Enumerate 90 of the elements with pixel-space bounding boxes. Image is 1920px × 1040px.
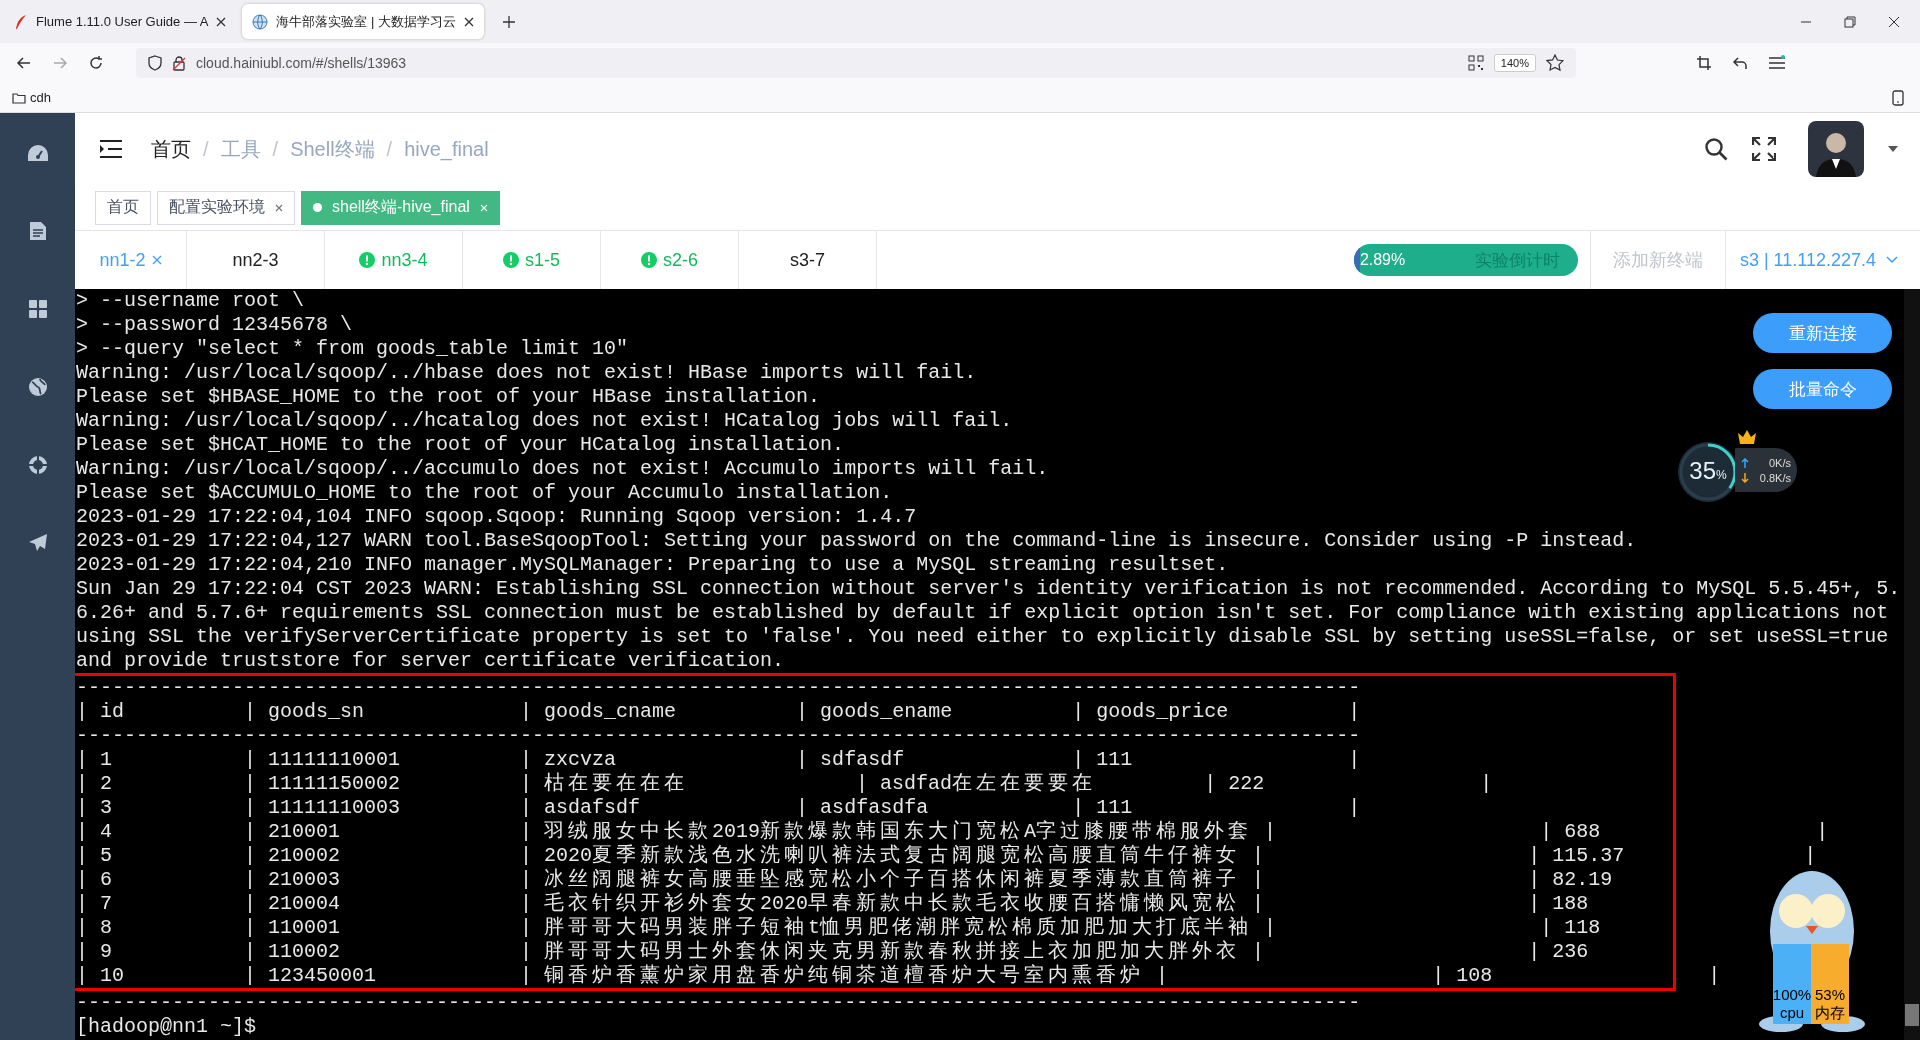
terminal-line: and provide truststore for server certificate verification. <box>76 649 785 673</box>
breadcrumb-separator: / <box>386 137 393 161</box>
terminal-line: | 2 | 11111150002 | 枯在要在在在 | asdfad在左在要要在 | 222 | <box>76 772 1493 796</box>
qr-code-icon[interactable] <box>1467 55 1484 71</box>
feather-icon <box>14 13 28 30</box>
browser-tab[interactable]: 海牛部落实验室 | 大数据学习云 <box>242 4 485 39</box>
terminal-line: | 6 | 210003 | 冰丝阔腿裤女高腰垂坠感宽松小个子百搭休闲裤夏季薄款直筒裤子 | | 82.19 <box>76 868 1613 892</box>
terminal-line: Sun Jan 29 17:22:04 CST 2023 WARN: Establishing SSL connection without server's identity verification is not recommended. According to MySQL 5.5.45+, 5. <box>76 577 1901 601</box>
usage-percent: 35% <box>1688 457 1728 485</box>
terminal-line: Please set $HCAT_HOME to the root of your HCatalog installation. <box>76 433 845 457</box>
breadcrumb-item: Shell终端 <box>290 136 375 162</box>
close-icon[interactable] <box>464 16 475 27</box>
bookmark-folder[interactable]: cdh <box>12 90 51 105</box>
terminal-line: | 1 | 11111110001 | zxcvza | sdfasdf | 111 | <box>76 748 1361 772</box>
terminal-line: ----------------------------------------------------------------------------------------------------------- <box>76 676 1361 700</box>
terminal-line: ----------------------------------------------------------------------------------------------------------- <box>76 724 1361 748</box>
restore-icon[interactable] <box>1844 15 1856 28</box>
grid-icon[interactable] <box>27 299 48 319</box>
download-speed: 0.8K/s <box>1759 471 1791 484</box>
terminal-line: 2023-01-29 17:22:04,104 INFO sqoop.Sqoop: Running Sqoop version: 1.4.7 <box>76 505 917 529</box>
crown-icon <box>1737 429 1757 445</box>
globe-icon[interactable] <box>27 377 48 397</box>
shield-icon <box>148 55 162 71</box>
alert-icon <box>641 252 657 268</box>
terminal[interactable] <box>75 289 1920 1040</box>
breadcrumb-separator: / <box>272 137 279 161</box>
lock-icon <box>172 55 186 71</box>
progress-percent: 2.89% <box>1359 251 1406 269</box>
menu-toggle-icon[interactable] <box>99 139 123 159</box>
page-tag[interactable]: 首页 <box>95 190 151 225</box>
dashboard-icon[interactable] <box>26 143 49 163</box>
terminal-line: | 9 | 110002 | 胖哥哥大码男士外套休闲夹克男新款春秋拼接上衣加肥加大胖外衣 | | 236 <box>76 940 1589 964</box>
undo-icon[interactable] <box>1732 55 1748 71</box>
terminal-line: > --password 12345678 \ <box>76 313 353 337</box>
network-widget[interactable]: 35% 0K/s 0.8K/s <box>1677 429 1801 501</box>
cpu-meter: 100% cpu <box>1773 944 1811 1024</box>
alert-icon <box>503 252 519 268</box>
active-dot <box>313 203 322 212</box>
avatar[interactable] <box>1808 121 1864 177</box>
crop-icon[interactable] <box>1696 55 1712 71</box>
chevron-down-icon <box>1886 256 1898 264</box>
terminal-line: | id | goods_sn | goods_cname | goods_ename | goods_price | <box>76 700 1361 724</box>
zoom-level[interactable]: 140% <box>1493 54 1536 72</box>
caret-icon[interactable] <box>1888 145 1898 153</box>
download-arrow-icon <box>1741 472 1749 483</box>
close-icon[interactable] <box>216 16 227 27</box>
terminal-line: | 3 | 11111110003 | asdafsdf | asdfasdfa | 111 | <box>76 796 1361 820</box>
terminal-line: ----------------------------------------------------------------------------------------------------------- <box>76 991 1361 1015</box>
memory-meter: 53% 内存 <box>1811 944 1849 1024</box>
terminal-line: | 5 | 210002 | 2020夏季新款浅色水洗喇叭裤法式复古阔腿宽松高腰直筒牛仔裤女 | | 115.37 | <box>76 844 1817 868</box>
back-icon[interactable] <box>16 55 32 71</box>
scrollbar[interactable] <box>1904 289 1920 1040</box>
new-tab-icon[interactable] <box>502 14 517 29</box>
terminal-line: Please set $ACCUMULO_HOME to the root of your Accumulo installation. <box>76 481 893 505</box>
globe-icon <box>252 13 269 30</box>
url-text: cloud.hainiubl.com/#/shells/13963 <box>196 55 407 71</box>
close-icon[interactable] <box>1888 15 1900 28</box>
breadcrumb-item: hive_final <box>404 137 489 161</box>
paper-plane-icon[interactable] <box>27 533 48 553</box>
reload-icon[interactable] <box>88 55 104 71</box>
terminal-line: | 7 | 210004 | 毛衣针织开衫外套女2020早春新款中长款毛衣收腰百搭慵懒风宽松 | | 188 <box>76 892 1589 916</box>
terminal-line: 2023-01-29 17:22:04,210 INFO manager.MySQLManager: Preparing to use a MySQL streaming resultset. <box>76 553 1229 577</box>
fullscreen-icon[interactable] <box>1752 137 1776 161</box>
phone-icon[interactable] <box>1892 89 1904 106</box>
upload-speed: 0K/s <box>1769 456 1791 469</box>
page-tag[interactable]: 配置实验环境 <box>157 190 295 225</box>
terminal-line: [hadoop@nn1 ~]$ <box>76 1015 257 1039</box>
search-icon[interactable] <box>1704 137 1728 161</box>
terminal-line: Please set $HBASE_HOME to the root of your HBase installation. <box>76 385 821 409</box>
terminal-line: Warning: /usr/local/sqoop/../hbase does not exist! HBase imports will fail. <box>76 361 977 385</box>
terminal-line: | 10 | 123450001 | 铜香炉香薰炉家用盘香炉纯铜茶道檀香炉大号室内熏香炉 | | 108 | <box>76 964 1721 988</box>
folder-icon <box>12 91 26 104</box>
menu-icon[interactable] <box>1768 55 1786 71</box>
terminal-line: 6.26+ and 5.7.6+ requirements SSL connection must be established by default if explicit option isn't set. For compliance with existing applications not <box>76 601 1889 625</box>
document-icon[interactable] <box>28 221 47 241</box>
star-icon[interactable] <box>1546 54 1564 72</box>
terminal-line: 2023-01-29 17:22:04,127 WARN tool.BaseSqoopTool: Setting your password on the command-line is insecure. Consider using -P instead. <box>76 529 1637 553</box>
terminal-line: > --username root \ <box>76 289 305 313</box>
terminal-line: > --query "select * from goods_table limit 10" <box>76 337 629 361</box>
address-bar[interactable]: cloud.hainiubl.com/#/shells/13963 140% <box>136 48 1576 78</box>
upload-arrow-icon <box>1741 457 1749 468</box>
terminal-line: Warning: /usr/local/sqoop/../accumulo does not exist! Accumulo imports will fail. <box>76 457 1049 481</box>
alert-icon <box>359 252 376 268</box>
terminal-line: Warning: /usr/local/sqoop/../hcatalog does not exist! HCatalog jobs will fail. <box>76 409 1013 433</box>
terminal-line: using SSL the verifyServerCertificate property is set to 'false'. You need either to explicitly disable SSL by setting useSSL=false, or set useSSL=true <box>76 625 1889 649</box>
breadcrumb-separator: / <box>203 137 209 161</box>
browser-tab[interactable]: Flume 1.11.0 User Guide — A <box>4 4 237 39</box>
lifebuoy-icon[interactable] <box>27 455 48 475</box>
breadcrumb-item[interactable]: 首页 <box>151 135 191 163</box>
breadcrumb-item: 工具 <box>220 136 261 162</box>
